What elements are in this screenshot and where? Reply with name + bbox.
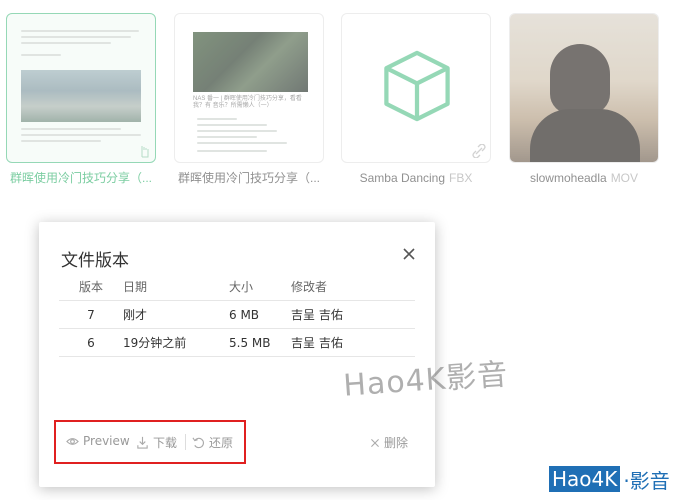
eye-icon bbox=[66, 437, 79, 445]
preview-button[interactable]: Preview bbox=[66, 434, 130, 448]
divider bbox=[185, 434, 186, 450]
table-row[interactable]: 7 刚才 6 MB 吉呈 吉佑 bbox=[59, 300, 415, 329]
watermark-badge: Hao4K ·影音 bbox=[549, 466, 680, 493]
cell-date: 刚才 bbox=[123, 300, 229, 329]
table-row[interactable]: 6 19分钟之前 5.5 MB 吉呈 吉佑 bbox=[59, 328, 415, 357]
cell-modifier: 吉呈 吉佑 bbox=[291, 328, 415, 357]
cell-size: 5.5 MB bbox=[229, 328, 291, 357]
file-versions-dialog: 文件版本 版本 日期 大小 修改者 7 刚才 6 MB 吉呈 吉佑 6 19分钟… bbox=[39, 222, 435, 487]
undo-icon bbox=[192, 437, 204, 449]
preview-label: Preview bbox=[83, 434, 130, 448]
delete-button[interactable]: 删除 bbox=[370, 434, 408, 451]
watermark-badge-a: Hao4K bbox=[549, 466, 621, 492]
close-icon[interactable] bbox=[401, 246, 417, 262]
cell-modifier: 吉呈 吉佑 bbox=[291, 300, 415, 329]
versions-table: 版本 日期 大小 修改者 7 刚才 6 MB 吉呈 吉佑 6 19分钟之前 5.… bbox=[59, 272, 415, 357]
col-modifier: 修改者 bbox=[291, 272, 415, 301]
restore-label: 还原 bbox=[209, 436, 234, 450]
table-header-row: 版本 日期 大小 修改者 bbox=[59, 272, 415, 301]
x-icon bbox=[371, 438, 379, 447]
download-label: 下载 bbox=[153, 436, 178, 450]
col-version: 版本 bbox=[59, 272, 123, 301]
delete-label: 删除 bbox=[384, 436, 409, 450]
col-date: 日期 bbox=[123, 272, 229, 301]
cell-size: 6 MB bbox=[229, 300, 291, 329]
cell-date: 19分钟之前 bbox=[123, 328, 229, 357]
download-button[interactable]: 下载 bbox=[136, 434, 177, 451]
col-size: 大小 bbox=[229, 272, 291, 301]
cell-version: 7 bbox=[59, 300, 123, 329]
cell-version: 6 bbox=[59, 328, 123, 357]
watermark-badge-b: ·影音 bbox=[623, 468, 670, 493]
restore-button[interactable]: 还原 bbox=[192, 434, 233, 451]
dialog-title: 文件版本 bbox=[61, 251, 129, 271]
download-icon bbox=[137, 436, 148, 449]
